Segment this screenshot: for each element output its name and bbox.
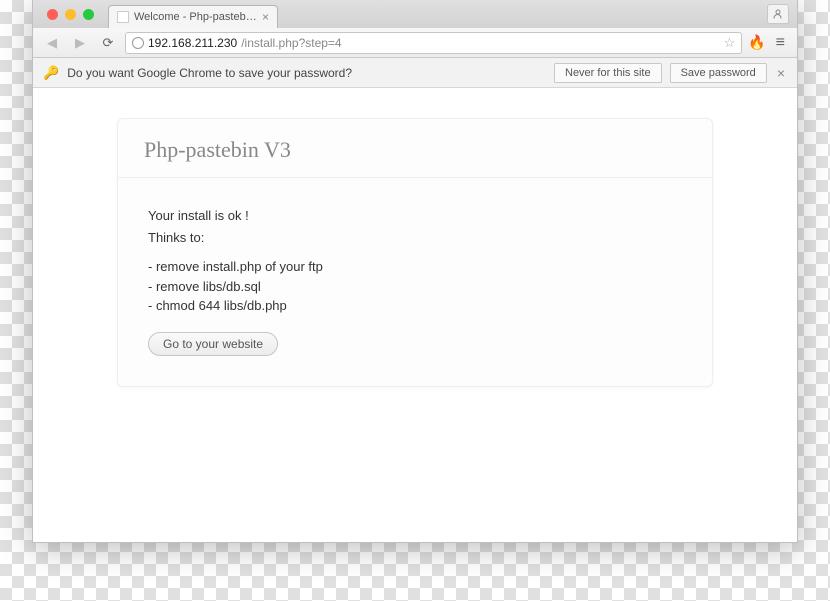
- todo-list: remove install.php of your ftp remove li…: [148, 257, 682, 316]
- profile-button[interactable]: [767, 4, 789, 24]
- tab-title: Welcome - Php-pastebin V: [134, 11, 257, 23]
- minimize-window-icon[interactable]: [65, 9, 76, 20]
- bookmark-star-icon[interactable]: ☆: [724, 35, 736, 51]
- address-bar[interactable]: 192.168.211.230/install.php?step=4 ☆: [125, 32, 742, 54]
- thinks-to-text: Thinks to:: [148, 228, 682, 248]
- page-content: Php-pastebin V3 Your install is ok ! Thi…: [33, 88, 797, 542]
- go-to-website-button[interactable]: Go to your website: [148, 332, 278, 356]
- list-item: remove libs/db.sql: [148, 277, 682, 297]
- reload-button[interactable]: ⟳: [97, 33, 119, 53]
- page-title: Php-pastebin V3: [144, 137, 686, 163]
- list-item: remove install.php of your ftp: [148, 257, 682, 277]
- tab-strip: Welcome - Php-pastebin V ×: [33, 0, 797, 28]
- panel-header: Php-pastebin V3: [118, 119, 712, 178]
- toolbar: ◀ ▶ ⟳ 192.168.211.230/install.php?step=4…: [33, 28, 797, 58]
- browser-window: Welcome - Php-pastebin V × ◀ ▶ ⟳ 192.168…: [32, 0, 798, 543]
- close-tab-icon[interactable]: ×: [262, 10, 269, 24]
- url-host: 192.168.211.230: [148, 36, 237, 50]
- infobar-message: Do you want Google Chrome to save your p…: [67, 66, 546, 80]
- back-button[interactable]: ◀: [41, 33, 63, 53]
- menu-button[interactable]: ≡: [772, 34, 789, 52]
- never-for-site-button[interactable]: Never for this site: [554, 63, 662, 83]
- globe-icon: [132, 37, 144, 49]
- save-password-infobar: 🔑 Do you want Google Chrome to save your…: [33, 58, 797, 88]
- close-window-icon[interactable]: [47, 9, 58, 20]
- panel-body: Your install is ok ! Thinks to: remove i…: [118, 178, 712, 386]
- extension-icon[interactable]: 🔥: [748, 34, 765, 51]
- key-icon: 🔑: [43, 65, 59, 81]
- favicon-icon: [117, 11, 129, 23]
- browser-tab[interactable]: Welcome - Php-pastebin V ×: [108, 5, 278, 28]
- url-path: /install.php?step=4: [241, 36, 341, 50]
- traffic-lights: [39, 0, 102, 28]
- close-infobar-icon[interactable]: ×: [775, 65, 787, 81]
- install-panel: Php-pastebin V3 Your install is ok ! Thi…: [117, 118, 713, 387]
- list-item: chmod 644 libs/db.php: [148, 296, 682, 316]
- install-ok-text: Your install is ok !: [148, 206, 682, 226]
- forward-button[interactable]: ▶: [69, 33, 91, 53]
- zoom-window-icon[interactable]: [83, 9, 94, 20]
- save-password-button[interactable]: Save password: [670, 63, 767, 83]
